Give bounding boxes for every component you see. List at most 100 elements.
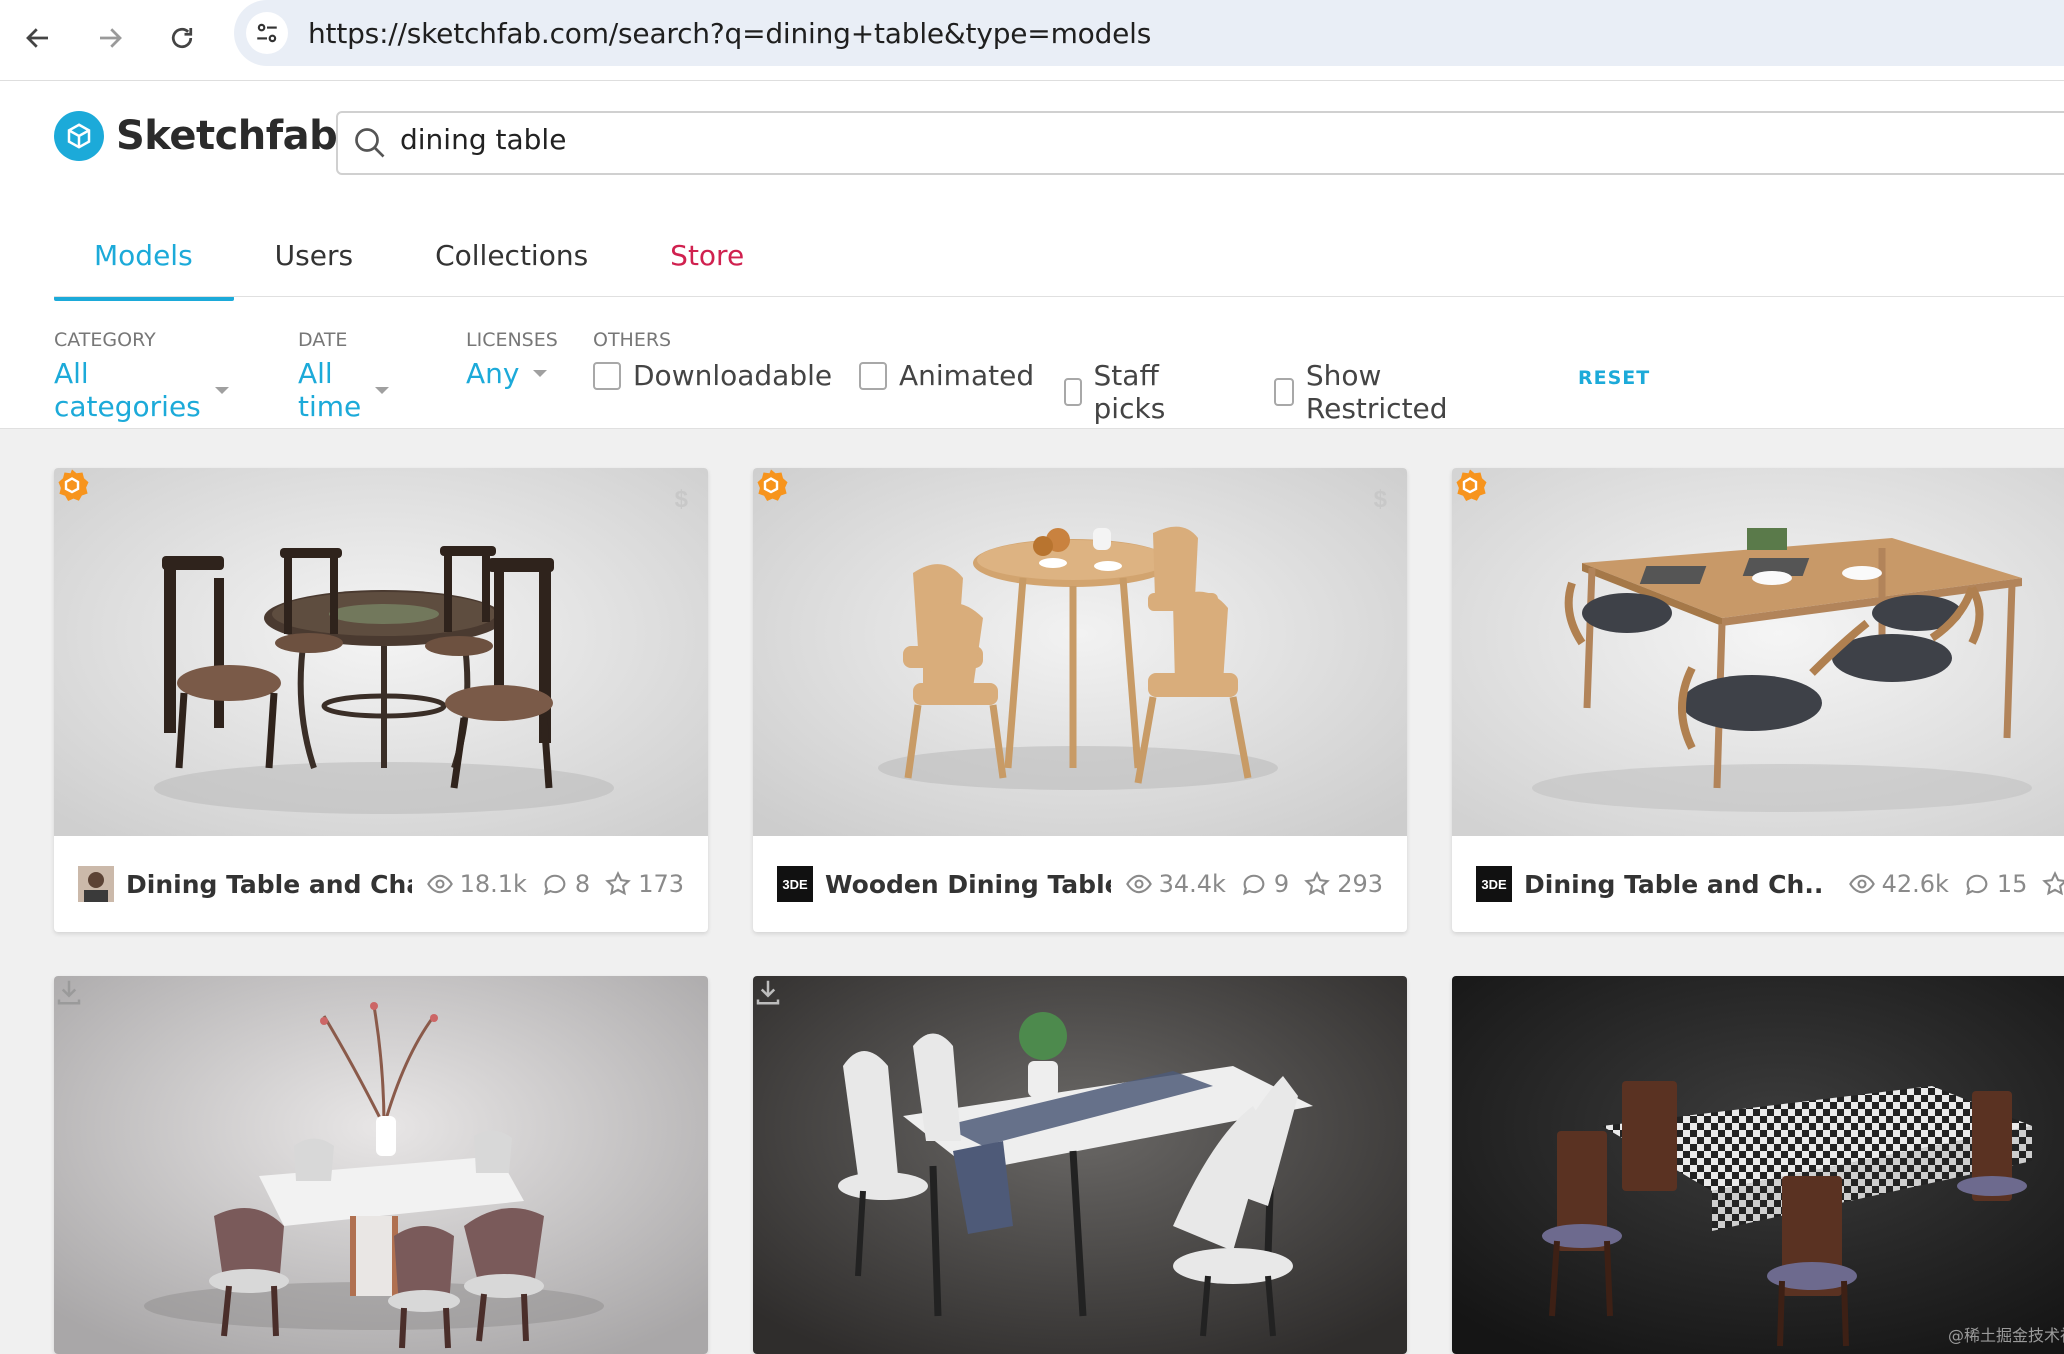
card-info: 3DE Dining Table and Ch... 42.6k 15 27 (1452, 836, 2064, 932)
date-label: DATE (298, 329, 348, 351)
staff-picks-label: Staff picks (1093, 359, 1166, 425)
avatar[interactable] (78, 866, 114, 902)
tab-store[interactable]: Store (629, 231, 785, 297)
model-stats: 18.1k 8 173 (412, 870, 684, 898)
licenses-filter[interactable]: LICENSES Any (466, 329, 558, 390)
others-filter: OTHERS (593, 329, 671, 351)
model-thumbnail[interactable]: $ (1452, 468, 2064, 836)
eye-icon (1848, 874, 1875, 894)
likes-count: 293 (1337, 870, 1383, 898)
avatar-text: 3DE (782, 877, 808, 892)
avatar[interactable]: 3DE (777, 866, 813, 902)
forward-button[interactable] (86, 14, 134, 62)
url-text[interactable]: https://sketchfab.com/search?q=dining+ta… (308, 17, 1151, 50)
licenses-value: Any (466, 357, 520, 390)
tune-icon (257, 23, 277, 43)
views-count: 18.1k (459, 870, 527, 898)
model-stats: 34.4k 9 293 (1111, 870, 1383, 898)
animated-label: Animated (899, 359, 1035, 392)
views-stat: 42.6k (1848, 870, 1949, 898)
downloadable-label: Downloadable (633, 359, 833, 392)
likes-stat[interactable]: 293 (1303, 870, 1383, 898)
checkbox-box[interactable] (1274, 378, 1294, 406)
comment-icon (1243, 874, 1265, 896)
star-icon (2042, 871, 2064, 896)
model-thumbnail[interactable]: $ (54, 468, 708, 836)
paid-dollar-icon: $ (674, 486, 688, 513)
brand-name: Sketchfab (116, 113, 338, 159)
reload-button[interactable] (158, 14, 206, 62)
views-count: 42.6k (1881, 870, 1949, 898)
show-restricted-checkbox[interactable]: Show Restricted (1274, 359, 1456, 425)
comment-icon (544, 874, 566, 896)
card-info: Dining Table and Chai... 18.1k 8 173 (54, 836, 708, 932)
search-type-tabs: Models Users Collections Store (54, 231, 785, 301)
likes-stat[interactable]: 27 (2041, 870, 2064, 898)
date-filter[interactable]: DATE All time (298, 329, 390, 423)
browser-toolbar: https://sketchfab.com/search?q=dining+ta… (0, 0, 2064, 81)
likes-count: 173 (638, 870, 684, 898)
model-card[interactable]: $ 3DE Dining Table and Ch... 42.6k 15 27 (1452, 468, 2064, 932)
animated-checkbox[interactable]: Animated (859, 359, 1034, 392)
checkbox-box[interactable] (1064, 378, 1082, 406)
site-info-button[interactable] (246, 12, 288, 54)
tab-models[interactable]: Models (54, 231, 234, 301)
card-info: 3DE Wooden Dining Table ... 34.4k 9 293 (753, 836, 1407, 932)
model-card[interactable] (54, 976, 708, 1354)
sketchfab-logo[interactable]: Sketchfab (54, 111, 338, 161)
staff-picks-checkbox[interactable]: Staff picks (1064, 359, 1176, 425)
model-thumbnail[interactable] (753, 976, 1407, 1354)
tab-collections[interactable]: Collections (394, 231, 629, 297)
model-thumbnail[interactable]: $ (753, 468, 1407, 836)
model-card[interactable]: $ Dining Table and Chai... 18.1k 8 173 (54, 468, 708, 932)
model-card[interactable]: @稀土掘金技术社区 (1452, 976, 2064, 1354)
model-title[interactable]: Wooden Dining Table ... (825, 870, 1111, 899)
model-thumbnail[interactable]: @稀土掘金技术社区 (1452, 976, 2064, 1354)
search-box[interactable] (336, 111, 2064, 175)
avatar-text: 3DE (1481, 877, 1507, 892)
paid-dollar-icon: $ (1373, 486, 1387, 513)
avatar[interactable]: 3DE (1476, 866, 1512, 902)
show-restricted-label: Show Restricted (1305, 359, 1448, 425)
download-icon[interactable] (54, 976, 84, 1008)
watermark-text: @稀土掘金技术社区 (1947, 1326, 2064, 1345)
views-count: 34.4k (1158, 870, 1226, 898)
model-title[interactable]: Dining Table and Ch... (1524, 870, 1824, 899)
back-button[interactable] (14, 14, 62, 62)
checkbox-box[interactable] (859, 361, 887, 390)
date-value: All time (298, 357, 362, 423)
sketchfab-cube-icon (54, 111, 104, 161)
search-input[interactable] (400, 123, 1300, 156)
checkbox-box[interactable] (593, 361, 621, 390)
staff-pick-badge-icon (58, 469, 89, 501)
reload-icon (171, 27, 193, 49)
model-title[interactable]: Dining Table and Chai... (126, 870, 412, 899)
star-icon (1304, 871, 1331, 896)
back-arrow-icon (26, 28, 48, 48)
model-thumbnail[interactable] (54, 976, 708, 1354)
downloadable-checkbox[interactable]: Downloadable (593, 359, 832, 392)
site-header: Sketchfab Models Users Collections Store… (0, 81, 2064, 429)
model-card[interactable] (753, 976, 1407, 1354)
tab-users[interactable]: Users (234, 231, 394, 297)
tabs-divider (54, 296, 2064, 297)
eye-icon (426, 874, 453, 894)
reset-button[interactable]: RESET (1578, 367, 1650, 389)
eye-icon (1125, 874, 1152, 894)
comments-count: 9 (1273, 870, 1290, 898)
chevron-down-icon (214, 386, 229, 394)
category-filter[interactable]: CATEGORY All categories (54, 329, 229, 423)
likes-stat[interactable]: 173 (604, 870, 684, 898)
views-stat: 18.1k (426, 870, 527, 898)
star-icon (605, 871, 632, 896)
views-stat: 34.4k (1125, 870, 1226, 898)
staff-pick-badge-icon (1456, 469, 1487, 501)
comments-stat: 15 (1963, 870, 2027, 898)
comments-stat: 9 (1240, 870, 1289, 898)
model-card[interactable]: $ 3DE Wooden Dining Table ... 34.4k 9 29… (753, 468, 1407, 932)
download-icon[interactable] (753, 976, 783, 1008)
staff-pick-badge-icon (757, 469, 788, 501)
comment-icon (1966, 874, 1988, 896)
comments-count: 8 (574, 870, 591, 898)
forward-arrow-icon (100, 28, 122, 48)
